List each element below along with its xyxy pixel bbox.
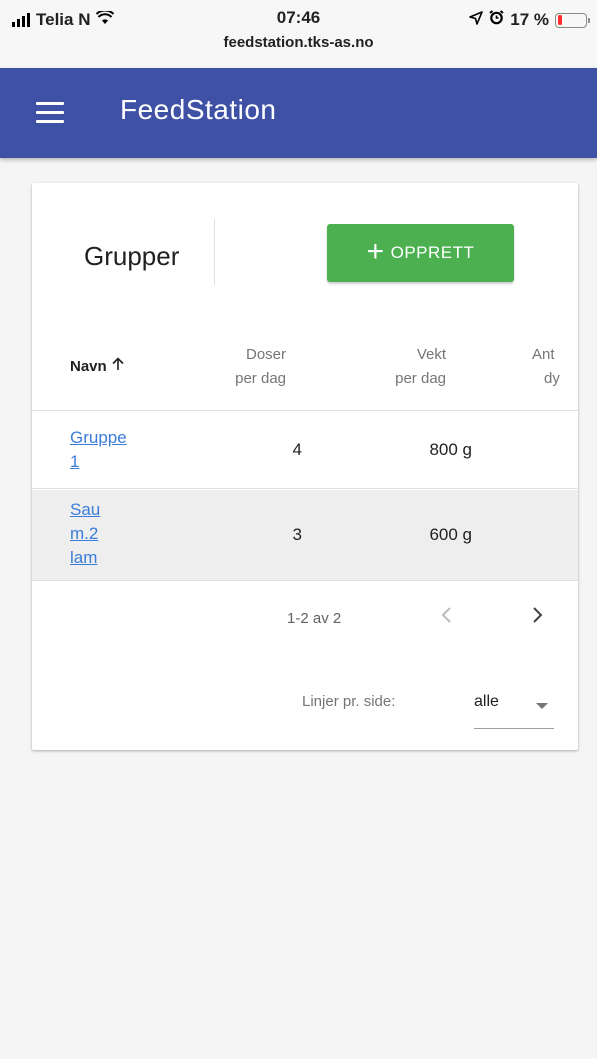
group-name-line: m.2 [70, 524, 99, 543]
column-header-animal-count[interactable]: Ant dy [532, 343, 578, 391]
doses-per-day-cell: 4 [292, 440, 302, 459]
table-row[interactable]: Sau m.2 lam 3 600 g [32, 490, 578, 581]
chevron-down-icon [536, 703, 548, 709]
pagination-range: 1-2 av 2 [287, 610, 342, 627]
status-bar: Telia N 07:46 feedstation.tks-as.no 17 % [0, 0, 597, 68]
previous-page-button[interactable] [432, 601, 462, 635]
column-header-name[interactable]: Navn [70, 355, 125, 379]
rows-per-page-value: alle [474, 693, 499, 710]
table-header: Navn Doser per dag Vekt per dag Ant dy [32, 323, 578, 411]
column-header-animal-count-line2: dy [544, 370, 560, 387]
page-title: Grupper [84, 241, 180, 271]
groups-card: Grupper + OPPRETT Navn Doser per dag Vek… [32, 183, 578, 750]
group-name-line: 1 [70, 452, 80, 471]
group-name-link[interactable]: Sau m.2 lam [70, 498, 150, 570]
create-button-label: OPPRETT [390, 243, 475, 262]
app-title: FeedStation [120, 94, 277, 125]
create-button[interactable]: + OPPRETT [327, 224, 514, 282]
next-page-button[interactable] [522, 601, 552, 635]
sort-arrow-up-icon [111, 355, 125, 379]
group-name-line: lam [70, 548, 98, 567]
rows-per-page-select[interactable]: alle [474, 683, 554, 729]
plus-icon: + [366, 235, 385, 268]
title-divider [214, 219, 215, 285]
chevron-right-icon [533, 607, 543, 623]
column-header-weight-line2: per dag [395, 370, 446, 387]
column-header-doses-line2: per dag [235, 370, 286, 387]
page-url[interactable]: feedstation.tks-as.no [0, 34, 597, 51]
rows-per-page-label: Linjer pr. side: [302, 693, 396, 710]
app-bar: FeedStation [0, 68, 597, 158]
column-header-name-label: Navn [70, 358, 107, 375]
alarm-icon [489, 10, 504, 30]
weight-per-day-cell: 800 g [429, 440, 472, 459]
chevron-left-icon [441, 607, 451, 623]
battery-icon [555, 12, 590, 28]
battery-level-fill [557, 15, 563, 25]
hamburger-menu-icon[interactable] [36, 102, 64, 124]
weight-per-day-cell: 600 g [429, 525, 472, 544]
doses-per-day-cell: 3 [292, 525, 302, 544]
column-header-weight-line1: Vekt [416, 346, 446, 363]
location-arrow-icon [469, 10, 484, 30]
group-name-line: Sau [70, 500, 101, 519]
column-header-animal-count-line1: Ant [532, 346, 555, 363]
column-header-doses[interactable]: Doser per dag [210, 343, 286, 391]
column-header-weight[interactable]: Vekt per dag [350, 343, 446, 391]
status-right: 17 % [469, 10, 590, 30]
battery-percent: 17 % [510, 10, 549, 29]
column-header-doses-line1: Doser [245, 346, 286, 363]
group-name-line: Gruppe [70, 428, 127, 447]
group-name-link[interactable]: Gruppe 1 [70, 426, 150, 474]
table-row[interactable]: Gruppe 1 4 800 g [32, 412, 578, 489]
